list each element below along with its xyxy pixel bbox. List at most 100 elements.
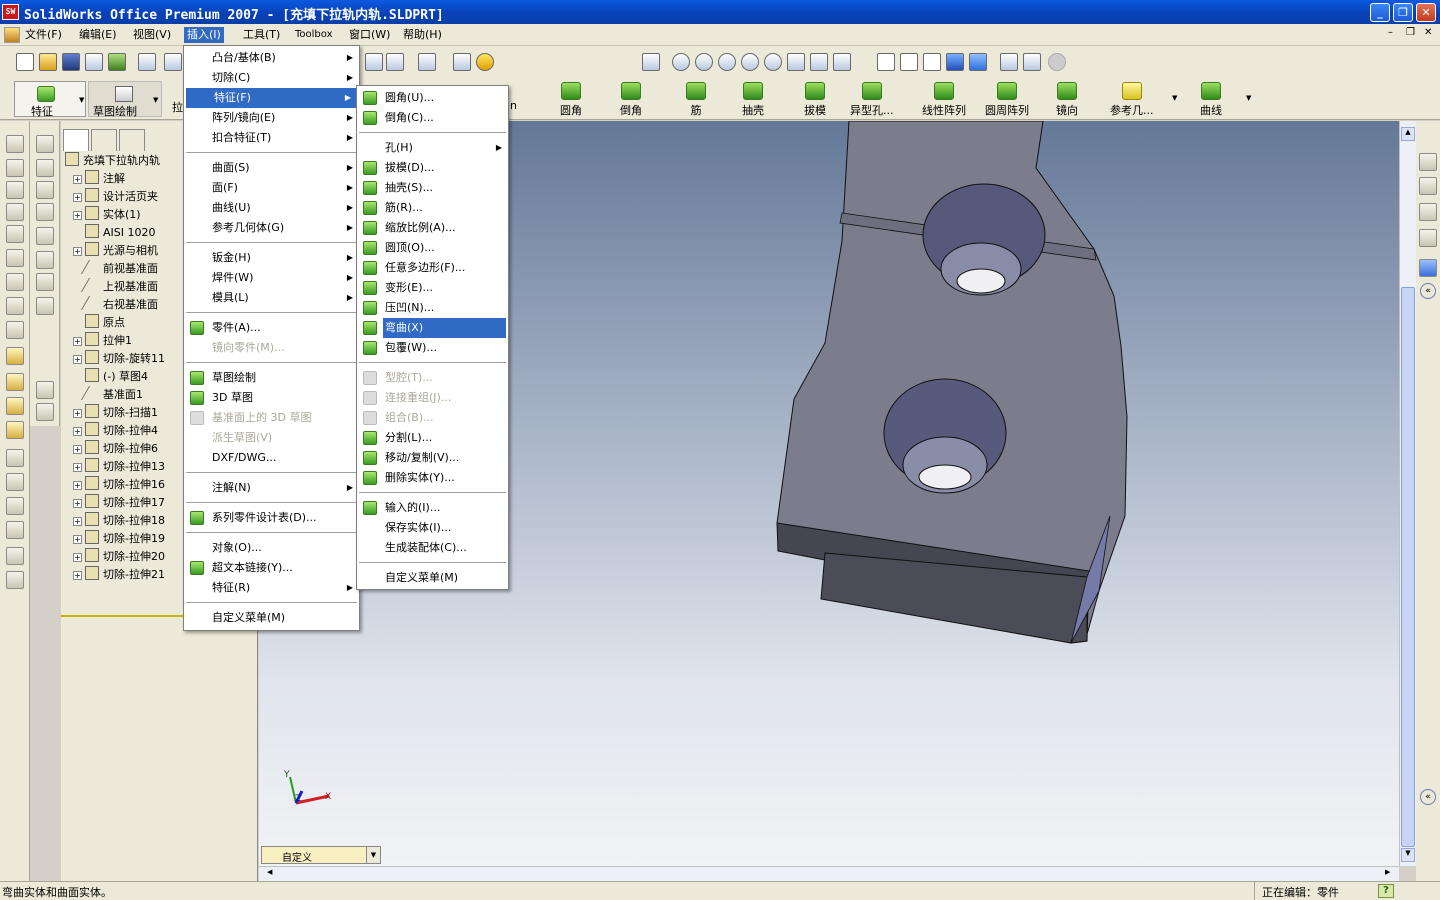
menu-item[interactable]: 切除(C) ▶ [184, 68, 359, 88]
tree-node[interactable]: + 切除-拉伸21 [73, 566, 165, 584]
hidden-lines-visible-icon[interactable] [900, 53, 918, 71]
horizontal-scrollbar[interactable]: ◀ ▶ [259, 866, 1399, 881]
menu-item[interactable]: 自定义菜单(M) [357, 568, 508, 588]
expand-icon[interactable]: + [73, 463, 82, 472]
menu-item[interactable]: 模具(L) ▶ [184, 288, 359, 308]
help-icon[interactable] [476, 53, 494, 71]
menu-tools[interactable]: 工具(T) [240, 27, 283, 43]
menu-item[interactable]: 自定义菜单(M) [184, 608, 359, 628]
sketch-tab[interactable]: 草图绘制 ▼ [88, 81, 162, 118]
vertical-scrollbar[interactable]: ▲ ▼ [1399, 121, 1416, 866]
menu-item[interactable]: 特征(F) ▶ [186, 88, 357, 108]
chevron-down-icon[interactable]: ▼ [366, 847, 380, 863]
3d-content-icon[interactable] [1419, 259, 1437, 277]
tree-node[interactable]: + 光源与相机 [73, 242, 158, 260]
rectangle-icon[interactable] [6, 203, 24, 221]
expand-icon[interactable]: + [73, 193, 82, 202]
expand-icon[interactable]: + [73, 247, 82, 256]
extruded-boss-icon[interactable] [36, 135, 54, 153]
section-view-icon[interactable] [1023, 53, 1041, 71]
reference-geometry-button[interactable]: 参考几... [1110, 82, 1154, 118]
chevron-down-icon[interactable]: ▼ [1172, 94, 1177, 102]
new-icon[interactable] [16, 53, 34, 71]
menu-item[interactable]: 扣合特征(T) ▶ [184, 128, 359, 148]
help-icon[interactable]: ? [1378, 884, 1394, 898]
menu-item[interactable]: 曲面(S) ▶ [184, 158, 359, 178]
feature-manager-tab[interactable] [63, 129, 89, 151]
file-explorer-icon[interactable] [1419, 203, 1437, 221]
rib-button[interactable]: 筋 [686, 82, 706, 118]
zoom-selection-icon[interactable] [741, 53, 759, 71]
tree-node[interactable]: + 实体(1) [73, 206, 141, 224]
trim-icon[interactable] [6, 373, 24, 391]
fillet-button[interactable]: 圆角 [560, 82, 582, 118]
open-icon[interactable] [39, 53, 57, 71]
print-icon[interactable] [138, 53, 156, 71]
scroll-down-button[interactable]: ▼ [1401, 848, 1415, 862]
linear-pattern-button[interactable]: 线性阵列 [922, 82, 966, 118]
menu-item[interactable]: 面(F) ▶ [184, 178, 359, 198]
tree-node[interactable]: (-) 草图4 [85, 368, 148, 386]
view-orientation-dropdown[interactable]: 自定义 ▼ [261, 846, 381, 864]
properties-icon[interactable] [453, 53, 471, 71]
tree-root[interactable]: 充填下拉轨内轨 [65, 152, 160, 170]
expand-icon[interactable]: + [73, 499, 82, 508]
menu-item[interactable]: 压凹(N)... [357, 298, 508, 318]
menu-edit[interactable]: 编辑(E) [76, 27, 120, 43]
property-manager-tab[interactable] [91, 129, 117, 151]
menu-item[interactable]: 抽壳(S)... [357, 178, 508, 198]
tree-node[interactable]: + 切除-拉伸6 [73, 440, 158, 458]
home-icon[interactable] [1419, 153, 1437, 171]
extrude-button-truncated[interactable]: 拉 [172, 99, 183, 115]
scroll-right-button[interactable]: ▶ [1385, 868, 1397, 880]
menu-item[interactable]: 删除实体(Y)... [357, 468, 508, 488]
draft-button[interactable]: 拔模 [804, 82, 826, 118]
menu-item[interactable]: 阵列/镜向(E) ▶ [184, 108, 359, 128]
tree-node[interactable]: 原点 [85, 314, 125, 332]
shell-button[interactable]: 抽壳 [742, 82, 764, 118]
tree-node[interactable]: + 切除-扫描1 [73, 404, 158, 422]
tree-node[interactable]: + 切除-拉伸17 [73, 494, 165, 512]
scroll-thumb[interactable] [1401, 287, 1415, 847]
view-orientation-icon[interactable] [833, 53, 851, 71]
expand-icon[interactable]: + [73, 337, 82, 346]
design-library-icon[interactable] [1419, 177, 1437, 195]
swept-cut-icon[interactable] [36, 273, 54, 291]
options-dropdown-icon[interactable] [418, 53, 436, 71]
sketch-tool-icon[interactable] [6, 135, 24, 153]
shaded-icon[interactable] [969, 53, 987, 71]
mirror-entities-icon[interactable] [6, 449, 24, 467]
menu-item[interactable]: 特征(R) ▶ [184, 578, 359, 598]
tree-node[interactable]: AISI 1020 [85, 224, 156, 242]
features-tab[interactable]: 特征 ▼ [14, 81, 86, 118]
restore-button[interactable]: ❐ [1393, 3, 1413, 22]
expand-panel-icon[interactable]: « [1420, 789, 1436, 805]
menu-item[interactable]: 钣金(H) ▶ [184, 248, 359, 268]
spline-icon[interactable] [6, 273, 24, 291]
menu-item[interactable]: 筋(R)... [357, 198, 508, 218]
collapse-panel-icon[interactable]: « [1420, 283, 1436, 299]
chevron-down-icon[interactable]: ▼ [1246, 94, 1251, 102]
edit-sketch-icon[interactable] [6, 347, 24, 365]
shadows-icon[interactable] [1000, 53, 1018, 71]
revolved-boss-icon[interactable] [36, 159, 54, 177]
tree-node[interactable]: + 切除-拉伸20 [73, 548, 165, 566]
menu-item[interactable]: 注解(N) ▶ [184, 478, 359, 498]
menu-item[interactable]: 凸台/基体(B) ▶ [184, 48, 359, 68]
tree-node[interactable]: + 切除-拉伸19 [73, 530, 165, 548]
flex-tool-icon[interactable] [36, 403, 54, 421]
zoom-in-out-icon[interactable] [718, 53, 736, 71]
expand-icon[interactable]: + [73, 409, 82, 418]
scroll-left-button[interactable]: ◀ [267, 868, 279, 880]
realview-icon[interactable] [1048, 53, 1066, 71]
tree-node[interactable]: 前视基准面 [80, 260, 158, 278]
move-entities-icon[interactable] [6, 521, 24, 539]
wireframe-icon[interactable] [877, 53, 895, 71]
expand-icon[interactable]: + [73, 427, 82, 436]
menu-item[interactable]: 保存实体(I)... [357, 518, 508, 538]
view-palette-icon[interactable] [1419, 229, 1437, 247]
menu-file[interactable]: 文件(F) [22, 27, 65, 43]
menu-view[interactable]: 视图(V) [130, 27, 174, 43]
scroll-up-button[interactable]: ▲ [1401, 127, 1415, 141]
centerline-icon[interactable] [6, 321, 24, 339]
